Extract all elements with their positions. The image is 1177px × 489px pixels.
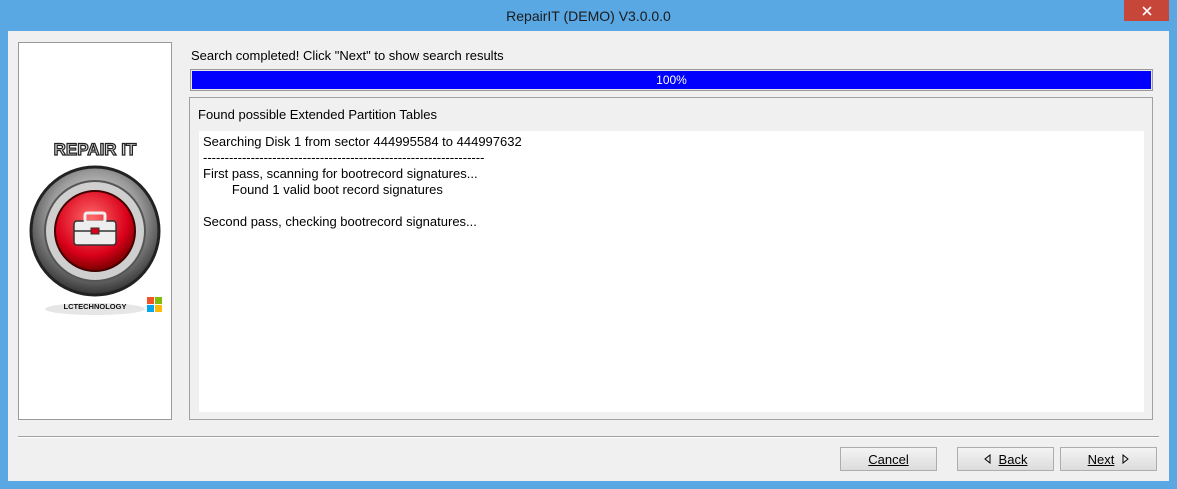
results-group-title: Found possible Extended Partition Tables bbox=[198, 107, 437, 122]
next-button[interactable]: Next bbox=[1060, 447, 1157, 471]
progress-bar: 100% bbox=[190, 69, 1153, 91]
cancel-button[interactable]: Cancel bbox=[840, 447, 937, 471]
footer-separator bbox=[18, 436, 1159, 438]
log-line: Found 1 valid boot record signatures bbox=[203, 182, 443, 197]
log-line: Searching Disk 1 from sector 444995584 t… bbox=[203, 134, 522, 149]
chevron-right-icon bbox=[1122, 452, 1130, 467]
wizard-body: REPAIR IT LCTECHNOLOGY Search completed!… bbox=[8, 31, 1169, 481]
log-line: First pass, scanning for bootrecord sign… bbox=[203, 166, 478, 181]
chevron-left-icon bbox=[983, 452, 991, 467]
progress-percent: 100% bbox=[656, 73, 687, 87]
logo-text: REPAIR IT bbox=[54, 140, 137, 159]
log-line: Second pass, checking bootrecord signatu… bbox=[203, 214, 477, 229]
window-title: RepairIT (DEMO) V3.0.0.0 bbox=[506, 7, 671, 24]
results-group: Found possible Extended Partition Tables… bbox=[189, 97, 1153, 420]
status-message: Search completed! Click "Next" to show s… bbox=[191, 48, 504, 63]
log-output[interactable]: Searching Disk 1 from sector 444995584 t… bbox=[199, 131, 1144, 412]
close-button[interactable] bbox=[1124, 0, 1169, 21]
windows-flag-icon bbox=[147, 297, 162, 312]
vendor-text: LCTECHNOLOGY bbox=[64, 302, 127, 311]
next-label: Next bbox=[1087, 451, 1115, 467]
close-icon bbox=[1141, 5, 1152, 16]
repairit-logo: REPAIR IT LCTECHNOLOGY bbox=[29, 139, 162, 315]
back-button[interactable]: Back bbox=[957, 447, 1054, 471]
log-line: ----------------------------------------… bbox=[203, 150, 485, 165]
cancel-label: Cancel bbox=[868, 451, 909, 467]
app-window: RepairIT (DEMO) V3.0.0.0 REPAIR IT LCTEC… bbox=[0, 0, 1177, 489]
title-bar[interactable]: RepairIT (DEMO) V3.0.0.0 bbox=[0, 0, 1177, 31]
sidebar-logo-panel: REPAIR IT LCTECHNOLOGY bbox=[18, 42, 172, 420]
back-label: Back bbox=[998, 451, 1028, 467]
